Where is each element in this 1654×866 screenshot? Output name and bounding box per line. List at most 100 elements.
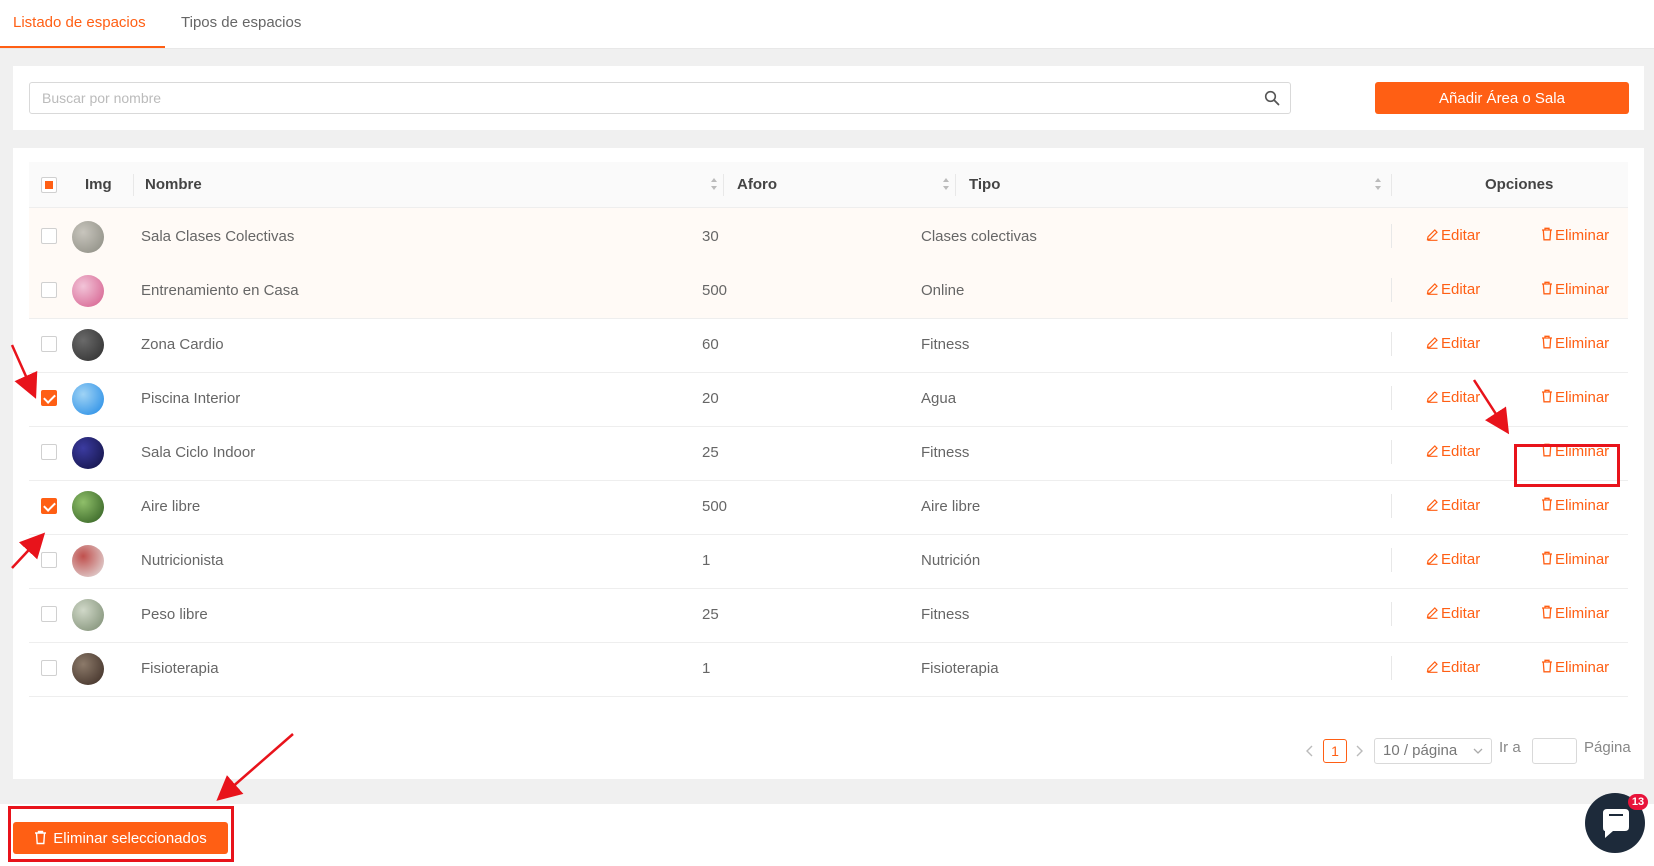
row-checkbox[interactable] (41, 552, 57, 568)
search-input[interactable] (42, 83, 1242, 113)
row-checkbox[interactable] (41, 606, 57, 622)
delete-label: Eliminar (1555, 551, 1610, 568)
table-row: Nutricionista 1 Nutrición Editar Eliminar (29, 532, 1628, 589)
page-label: Página (1584, 739, 1631, 756)
delete-button[interactable]: Eliminar (1541, 605, 1609, 622)
delete-button[interactable]: Eliminar (1541, 227, 1609, 244)
edit-icon (1426, 335, 1441, 352)
delete-label: Eliminar (1555, 227, 1610, 244)
cell-aforo: 1 (702, 660, 711, 677)
add-area-button[interactable]: Añadir Área o Sala (1375, 82, 1629, 114)
page-size-select[interactable]: 10 / página (1374, 738, 1492, 764)
header-tipo[interactable]: Tipo (969, 176, 1000, 193)
edit-button[interactable]: Editar (1426, 551, 1480, 568)
options-divider (1391, 656, 1392, 680)
cell-nombre: Sala Ciclo Indoor (141, 444, 256, 461)
edit-button[interactable]: Editar (1426, 281, 1480, 298)
search-box (29, 82, 1291, 114)
trash-icon (1541, 281, 1555, 298)
trash-icon (1541, 551, 1555, 568)
tab-listado-de-espacios[interactable]: Listado de espacios (13, 14, 146, 31)
table-row: Aire libre 500 Aire libre Editar Eliminar (29, 478, 1628, 535)
delete-label: Eliminar (1555, 497, 1610, 514)
row-checkbox[interactable] (41, 498, 57, 514)
page-1-button[interactable]: 1 (1323, 739, 1347, 763)
select-all-checkbox[interactable] (41, 177, 57, 193)
chat-badge: 13 (1628, 794, 1648, 810)
goto-label: Ir a (1499, 739, 1521, 756)
table-row: Fisioterapia 1 Fisioterapia Editar Eliminar (29, 640, 1628, 697)
cell-nombre: Sala Clases Colectivas (141, 228, 295, 245)
edit-label: Editar (1441, 497, 1481, 514)
search-icon[interactable] (1264, 90, 1280, 106)
row-checkbox[interactable] (41, 228, 57, 244)
edit-label: Editar (1441, 335, 1481, 352)
edit-button[interactable]: Editar (1426, 389, 1480, 406)
edit-button[interactable]: Editar (1426, 497, 1480, 514)
header-img: Img (85, 176, 112, 193)
goto-page-input[interactable] (1532, 738, 1577, 764)
edit-label: Editar (1441, 605, 1481, 622)
edit-button[interactable]: Editar (1426, 659, 1480, 676)
space-thumbnail (72, 329, 104, 361)
sort-tipo-icon[interactable] (1374, 177, 1382, 191)
table-row: Peso libre 25 Fitness Editar Eliminar (29, 586, 1628, 643)
edit-label: Editar (1441, 227, 1481, 244)
row-checkbox[interactable] (41, 390, 57, 406)
options-divider (1391, 602, 1392, 626)
trash-icon (1541, 389, 1555, 406)
cell-aforo: 30 (702, 228, 719, 245)
row-checkbox[interactable] (41, 282, 57, 298)
spaces-table: Img Nombre Aforo Tipo Opciones Sala Clas… (13, 148, 1644, 779)
trash-icon (1541, 335, 1555, 352)
table-row: Piscina Interior 20 Agua Editar Eliminar (29, 370, 1628, 427)
edit-button[interactable]: Editar (1426, 443, 1480, 460)
sort-nombre-icon[interactable] (710, 177, 718, 191)
options-divider (1391, 548, 1392, 572)
trash-icon (1541, 605, 1555, 622)
row-checkbox[interactable] (41, 444, 57, 460)
annotation-box-bulk-delete (8, 806, 234, 862)
cell-nombre: Fisioterapia (141, 660, 219, 677)
search-card: Añadir Área o Sala (13, 66, 1644, 130)
cell-nombre: Peso libre (141, 606, 208, 623)
row-checkbox[interactable] (41, 336, 57, 352)
table-row: Sala Clases Colectivas 30 Clases colectiva… (29, 208, 1628, 265)
cell-aforo: 20 (702, 390, 719, 407)
sort-aforo-icon[interactable] (942, 177, 950, 191)
delete-button[interactable]: Eliminar (1541, 659, 1609, 676)
page-size-value: 10 / página (1383, 742, 1458, 759)
next-page-icon[interactable] (1355, 745, 1363, 757)
delete-label: Eliminar (1555, 659, 1610, 676)
space-thumbnail (72, 653, 104, 685)
cell-tipo: Fitness (921, 606, 970, 623)
prev-page-icon[interactable] (1306, 745, 1314, 757)
edit-button[interactable]: Editar (1426, 605, 1480, 622)
delete-button[interactable]: Eliminar (1541, 497, 1609, 514)
options-divider (1391, 494, 1392, 518)
trash-icon (1541, 227, 1555, 244)
cell-aforo: 25 (702, 444, 719, 461)
header-aforo[interactable]: Aforo (737, 176, 777, 193)
header-divider (955, 174, 956, 196)
delete-button[interactable]: Eliminar (1541, 551, 1609, 568)
delete-button[interactable]: Eliminar (1541, 281, 1609, 298)
delete-label: Eliminar (1555, 281, 1610, 298)
edit-button[interactable]: Editar (1426, 227, 1480, 244)
edit-button[interactable]: Editar (1426, 335, 1480, 352)
row-checkbox[interactable] (41, 660, 57, 676)
tab-tipos-de-espacios[interactable]: Tipos de espacios (181, 14, 301, 31)
edit-icon (1426, 281, 1441, 298)
delete-button[interactable]: Eliminar (1541, 389, 1609, 406)
active-tab-indicator (0, 46, 165, 48)
header-nombre[interactable]: Nombre (145, 176, 202, 193)
cell-nombre: Entrenamiento en Casa (141, 282, 299, 299)
edit-label: Editar (1441, 659, 1481, 676)
delete-button[interactable]: Eliminar (1541, 335, 1609, 352)
edit-label: Editar (1441, 389, 1481, 406)
edit-icon (1426, 551, 1441, 568)
delete-label: Eliminar (1555, 389, 1610, 406)
annotation-box-row-delete (1514, 444, 1620, 487)
cell-aforo: 500 (702, 498, 728, 515)
cell-nombre: Zona Cardio (141, 336, 224, 353)
